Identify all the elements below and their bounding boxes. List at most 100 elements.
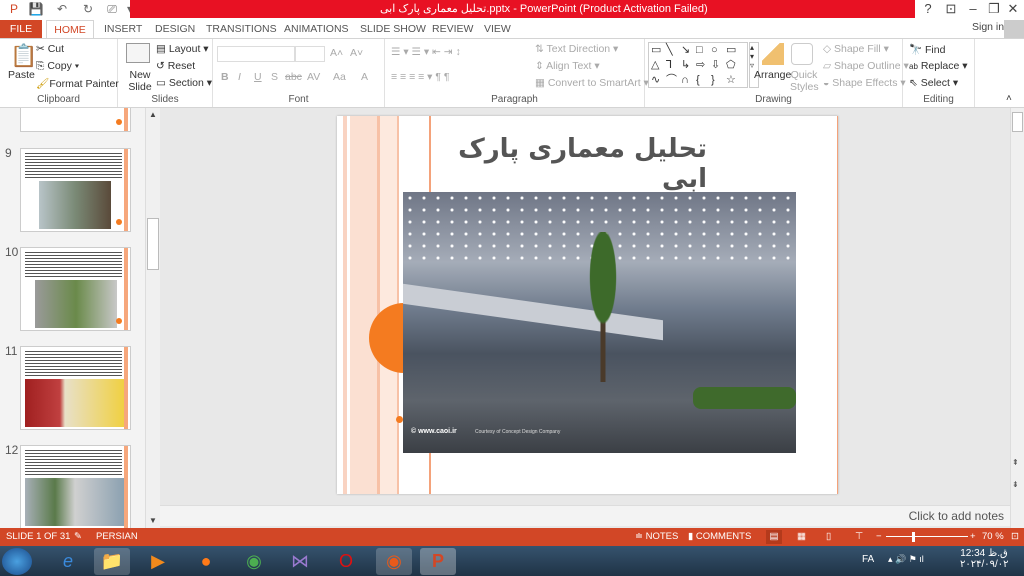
align-text-button[interactable]: ⇕ Align Text ▾ xyxy=(535,60,600,72)
shape-outline-button[interactable]: ▱ Shape Outline ▾ xyxy=(823,60,909,72)
start-slideshow-icon[interactable]: ⎚ xyxy=(104,2,120,16)
scroll-up-icon[interactable]: ▲ xyxy=(147,110,159,119)
shape-option[interactable]: ⇩ xyxy=(711,58,726,73)
scroll-down-icon[interactable]: ▼ xyxy=(147,516,159,525)
thumbnails-scrollbar[interactable]: ▲ ▼ xyxy=(145,108,160,528)
zoom-out-button[interactable]: − xyxy=(876,528,882,546)
reading-view-icon[interactable]: ▯ xyxy=(826,528,831,546)
internet-explorer-icon[interactable]: e xyxy=(50,548,86,575)
tab-insert[interactable]: INSERT xyxy=(98,20,148,39)
shape-option[interactable]: } xyxy=(711,73,726,88)
char-spacing-button[interactable]: AV xyxy=(307,71,320,83)
normal-view-icon[interactable]: ▤ xyxy=(766,530,782,544)
start-button[interactable] xyxy=(2,548,32,575)
shape-option[interactable]: ∿ xyxy=(651,73,666,88)
sign-in-link[interactable]: Sign in xyxy=(972,21,1004,33)
copy-button[interactable]: ⎘ Copy ▾ xyxy=(36,60,79,73)
italic-button[interactable]: I xyxy=(238,71,241,83)
shrink-font-button[interactable]: A˅ xyxy=(350,47,363,59)
tab-animations[interactable]: ANIMATIONS xyxy=(278,20,355,39)
avatar[interactable] xyxy=(1004,20,1024,39)
font-name-select[interactable] xyxy=(217,46,295,62)
strikethrough-button[interactable]: abc xyxy=(285,71,302,83)
paste-button[interactable]: Paste xyxy=(8,69,35,81)
tab-file[interactable]: FILE xyxy=(0,20,42,39)
shape-option[interactable]: ☆ xyxy=(726,73,741,88)
shape-option[interactable]: ∩ xyxy=(681,73,696,88)
grow-font-button[interactable]: A˄ xyxy=(330,47,343,59)
tab-transitions[interactable]: TRANSITIONS xyxy=(200,20,283,39)
opera-icon[interactable]: O xyxy=(328,548,364,575)
visual-studio-icon[interactable]: ⋈ xyxy=(282,548,318,575)
text-direction-button[interactable]: ⇅ Text Direction ▾ xyxy=(535,43,618,55)
powerpoint-taskbar-icon[interactable]: P xyxy=(420,548,456,575)
zoom-level[interactable]: 70 % xyxy=(982,528,1004,546)
select-button[interactable]: ⇖ Select ▾ xyxy=(909,77,958,89)
shape-effects-button[interactable]: ◒ Shape Effects ▾ xyxy=(823,77,906,89)
replace-button[interactable]: ab Replace ▾ xyxy=(909,60,968,72)
tab-slide-show[interactable]: SLIDE SHOW xyxy=(354,20,432,39)
notes-placeholder[interactable]: Click to add notes xyxy=(909,509,1004,523)
shape-option[interactable]: ╲ xyxy=(666,43,681,58)
tab-home[interactable]: HOME xyxy=(46,20,94,39)
slide-sorter-icon[interactable]: ▦ xyxy=(797,528,806,546)
tab-review[interactable]: REVIEW xyxy=(426,20,479,39)
tab-design[interactable]: DESIGN xyxy=(149,20,201,39)
zoom-in-button[interactable]: + xyxy=(970,528,976,546)
clock[interactable]: 12:34 ق.ظ ۲۰۲۴/۰۹/۰۲ xyxy=(960,548,1009,570)
section-button[interactable]: ▭ Section ▾ xyxy=(156,77,212,89)
notes-button[interactable]: ≐ NOTES xyxy=(635,528,678,546)
collapse-ribbon-icon[interactable]: ˄ xyxy=(1006,93,1012,104)
bold-button[interactable]: B xyxy=(221,71,229,83)
atrium-photo[interactable]: © www.caoi.ir Courtesy of Concept Design… xyxy=(403,192,796,453)
shape-option[interactable]: □ xyxy=(696,43,711,58)
shapes-gallery[interactable]: ▭ ╲ ↘ □ ○ ▭ △ ⅂ ↳ ⇨ ⇩ ⬠ ∿ ⌒ ∩{} ☆ xyxy=(648,42,748,88)
ribbon-display-button[interactable]: ⊡ xyxy=(941,1,961,17)
next-slide-icon[interactable]: ⇟ xyxy=(1012,480,1019,489)
maximize-button[interactable]: ❐ xyxy=(984,1,1004,17)
slide-title[interactable]: تحلیل معماری پارک ابی xyxy=(447,134,707,194)
file-explorer-icon[interactable]: 📁 xyxy=(94,548,130,575)
close-button[interactable]: ✕ xyxy=(1003,1,1023,17)
prev-slide-icon[interactable]: ⇞ xyxy=(1012,458,1019,467)
bullets-icon[interactable]: ☰ ▾ ☰ ▾ ⇤ ⇥ ↕ xyxy=(391,46,461,58)
save-icon[interactable]: 💾 xyxy=(28,2,44,16)
shape-option[interactable]: ○ xyxy=(711,43,726,58)
align-icons[interactable]: ≡ ≡ ≡ ≡ ▾ ¶ ¶ xyxy=(391,71,450,83)
shape-option[interactable]: { xyxy=(696,73,711,88)
font-size-select[interactable] xyxy=(295,46,325,62)
reset-button[interactable]: ↺ Reset xyxy=(156,60,195,72)
shape-option[interactable]: ▭ xyxy=(651,43,666,58)
zoom-slider-thumb[interactable] xyxy=(912,532,916,542)
tray-icons[interactable]: ▴ 🔊 ⚑ ıl xyxy=(888,554,924,565)
cut-button[interactable]: ✂ Cut xyxy=(36,43,64,55)
scrollbar-thumb[interactable] xyxy=(147,218,159,270)
slide-scrollbar[interactable]: ⇞ ⇟ xyxy=(1010,108,1024,528)
slide-thumbnail-11[interactable] xyxy=(20,346,131,430)
arrange-button[interactable]: Arrange xyxy=(754,69,791,81)
fit-slide-icon[interactable]: ⊡ xyxy=(1011,528,1019,546)
current-slide[interactable]: تحلیل معماری پارک ابی © www.caoi.ir Cour… xyxy=(337,116,838,494)
spell-check-icon[interactable]: ✎ xyxy=(74,528,82,546)
format-painter-button[interactable]: 🖌Format Painter xyxy=(36,77,119,90)
quick-styles-button[interactable]: Quick Styles xyxy=(790,69,819,93)
undo-icon[interactable]: ↶ xyxy=(54,2,70,16)
slide-thumbnail-8[interactable] xyxy=(20,108,131,132)
find-button[interactable]: 🔭 Find xyxy=(909,43,945,56)
underline-button[interactable]: U xyxy=(254,71,262,83)
shape-option[interactable]: ▭ xyxy=(726,43,741,58)
chrome-canary-icon[interactable]: ◉ xyxy=(376,548,412,575)
slide-thumbnail-12[interactable] xyxy=(20,445,131,528)
change-case-button[interactable]: Aa xyxy=(333,71,346,83)
shape-option[interactable]: ↳ xyxy=(681,58,696,73)
convert-smartart-button[interactable]: ▦ Convert to SmartArt ▾ xyxy=(535,77,649,89)
slide-thumbnail-10[interactable] xyxy=(20,247,131,331)
font-color-button[interactable]: A xyxy=(361,71,368,83)
slide-thumbnail-9[interactable] xyxy=(20,148,131,232)
new-slide-button[interactable]: New Slide xyxy=(124,69,156,93)
shape-option[interactable]: ↘ xyxy=(681,43,696,58)
zoom-slider[interactable] xyxy=(886,536,968,537)
shape-fill-button[interactable]: ◇ Shape Fill ▾ xyxy=(823,43,889,55)
redo-icon[interactable]: ↻ xyxy=(80,2,96,16)
scrollbar-thumb[interactable] xyxy=(1012,112,1023,132)
